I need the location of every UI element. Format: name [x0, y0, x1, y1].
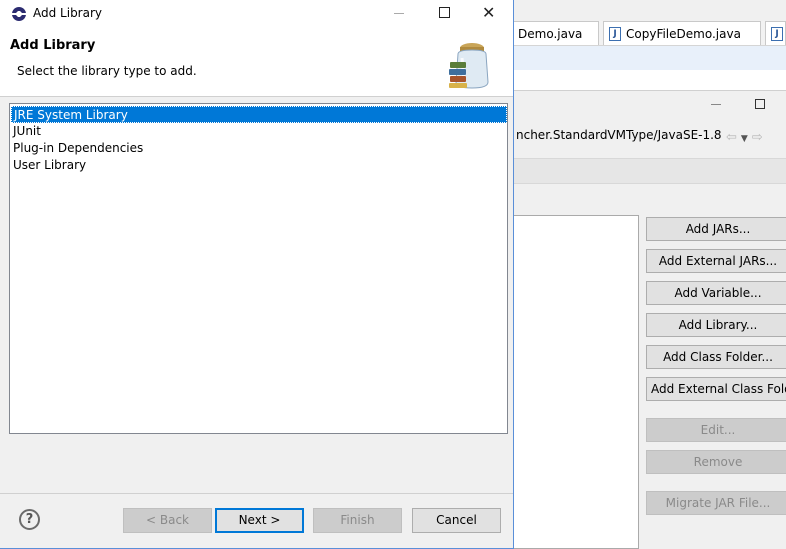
finish-button[interactable]: Finish — [313, 508, 402, 533]
cancel-button[interactable]: Cancel — [412, 508, 501, 533]
tab-label: Demo.java — [518, 27, 583, 41]
button-bar-divider — [0, 493, 513, 494]
dialog-header: Add Library Select the library type to a… — [0, 28, 513, 97]
editor-area — [513, 70, 786, 90]
editor-highlight-strip — [513, 46, 786, 70]
list-item-junit[interactable]: JUnit — [11, 123, 41, 140]
tab-copyfiledemo-java[interactable]: J CopyFileDemo.java — [603, 21, 761, 45]
tab-label: CopyFileDemo.java — [626, 27, 741, 41]
page-title: Add Library — [10, 38, 96, 53]
edit-button[interactable]: Edit... — [646, 418, 786, 442]
chevron-down-icon[interactable]: ▼ — [741, 134, 748, 144]
java-file-icon: J — [609, 27, 621, 41]
add-jars-button[interactable]: Add JARs... — [646, 217, 786, 241]
add-external-class-folder-button[interactable]: Add External Class Folder... — [646, 377, 786, 401]
add-library-dialog: Add Library ✕ Add Library Select the lib… — [0, 0, 514, 549]
tab-demo-java[interactable]: Demo.java — [513, 21, 599, 45]
migrate-jar-button[interactable]: Migrate JAR File... — [646, 491, 786, 515]
add-class-folder-button[interactable]: Add Class Folder... — [646, 345, 786, 369]
remove-button[interactable]: Remove — [646, 450, 786, 474]
add-variable-button[interactable]: Add Variable... — [646, 281, 786, 305]
next-button[interactable]: Next > — [215, 508, 304, 533]
help-icon[interactable]: ? — [19, 509, 40, 530]
minimize-icon[interactable] — [711, 104, 721, 105]
history-nav: ⇦ ▼ ⇨ — [726, 130, 767, 145]
jre-path-text: ncher.StandardVMType/JavaSE-1.8 — [516, 128, 722, 142]
forward-arrow-icon[interactable]: ⇨ — [752, 130, 763, 145]
library-jar-icon — [449, 43, 489, 89]
tab-strip — [513, 158, 786, 184]
window-title: Add Library — [33, 6, 103, 20]
add-library-button[interactable]: Add Library... — [646, 313, 786, 337]
list-item-plugin-dependencies[interactable]: Plug-in Dependencies — [11, 140, 143, 157]
minimize-icon[interactable] — [394, 13, 404, 14]
back-button[interactable]: < Back — [123, 508, 212, 533]
editor-tab-bar: Demo.java J CopyFileDemo.java J — [513, 21, 786, 46]
maximize-icon[interactable] — [755, 99, 765, 109]
eclipse-icon — [12, 7, 26, 21]
dialog-titlebar[interactable]: Add Library ✕ — [0, 0, 513, 28]
list-item-jre-system-library[interactable]: JRE System Library — [11, 106, 507, 123]
tab-partial[interactable]: J — [765, 21, 786, 45]
library-type-list[interactable]: JRE System Library JUnit Plug-in Depende… — [9, 103, 508, 434]
page-description: Select the library type to add. — [17, 64, 197, 78]
back-arrow-icon[interactable]: ⇦ — [726, 130, 737, 145]
java-file-icon: J — [771, 27, 783, 41]
list-item-user-library[interactable]: User Library — [11, 157, 86, 174]
build-path-entries-list[interactable] — [513, 215, 639, 549]
close-icon[interactable]: ✕ — [482, 3, 495, 23]
maximize-icon[interactable] — [439, 7, 450, 18]
add-external-jars-button[interactable]: Add External JARs... — [646, 249, 786, 273]
